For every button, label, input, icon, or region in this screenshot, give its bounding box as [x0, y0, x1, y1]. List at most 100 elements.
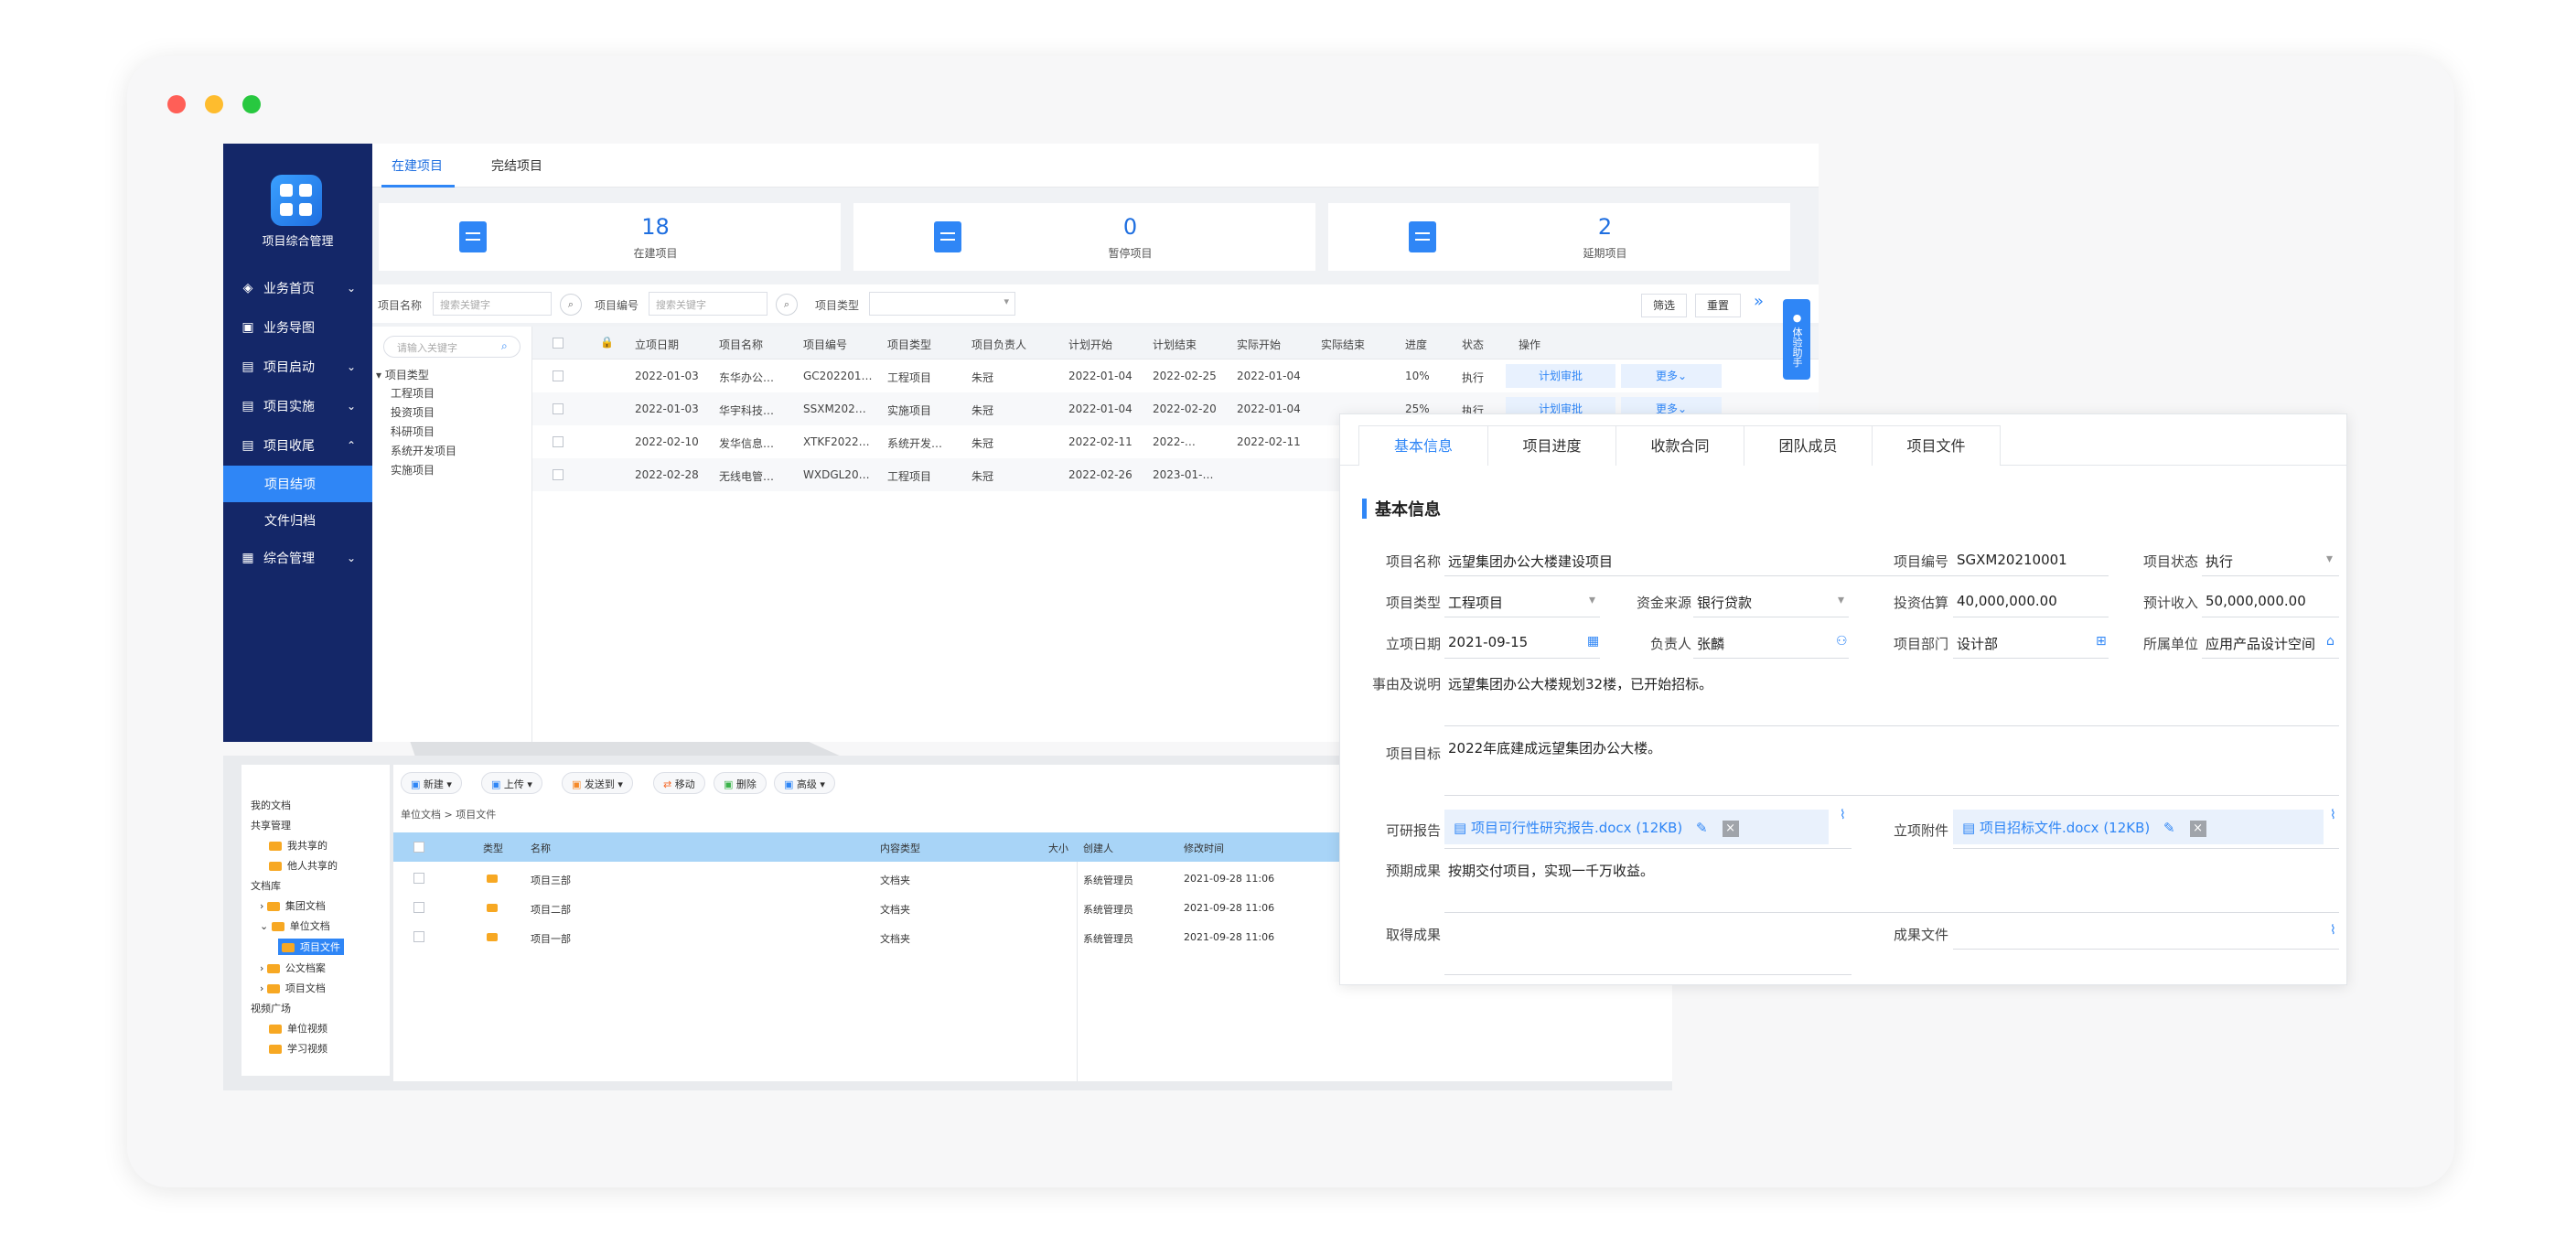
send-to-button[interactable]: ▣ 发送到 ▾ — [562, 772, 633, 794]
tree-item-label: 单位视频 — [287, 1023, 327, 1035]
nav-item-home[interactable]: ◈ 业务首页 ⌄ — [223, 270, 372, 306]
collapse-arrows-icon[interactable]: » — [1754, 292, 1764, 311]
building-icon[interactable]: ⌂ — [2326, 634, 2334, 649]
advanced-button[interactable]: ▣ 高级 ▾ — [774, 772, 835, 794]
tree-item[interactable]: › 公文档案 — [260, 961, 326, 975]
paperclip-icon[interactable]: ⌇ — [2330, 808, 2336, 822]
calendar-icon[interactable]: ▦ — [1587, 634, 1599, 649]
project-name-field[interactable]: 远望集团办公大楼建设项目 — [1444, 552, 1613, 571]
tree-video[interactable]: 视频广场 — [251, 1001, 291, 1015]
remove-icon[interactable]: × — [1722, 820, 1739, 837]
select-all-checkbox[interactable] — [413, 842, 424, 853]
more-button[interactable]: 更多⌄ — [1621, 364, 1722, 388]
folder-icon — [487, 904, 498, 912]
plan-approval-button[interactable]: 计划审批 — [1506, 364, 1615, 388]
cell-actual-start: 2022-01-04 — [1237, 402, 1301, 415]
tree-search-input[interactable]: 请输入关键字 — [383, 336, 521, 358]
upload-button[interactable]: ▣ 上传 ▾ — [481, 772, 542, 794]
tree-item[interactable]: › 项目文档 — [260, 981, 326, 995]
nav-item-business-map[interactable]: ▣ 业务导图 — [223, 309, 372, 346]
row-checkbox[interactable] — [413, 873, 424, 884]
tree-item[interactable]: 投资项目 — [391, 404, 435, 420]
tree-item[interactable]: 我共享的 — [269, 838, 327, 853]
project-name-input[interactable]: 搜索关键字 — [433, 292, 552, 316]
edit-icon[interactable]: ✎ — [2163, 820, 2175, 836]
tree-item[interactable]: 系统开发项目 — [391, 443, 456, 458]
goal-textarea[interactable]: 2022年底建成远望集团办公大楼。 — [1444, 738, 1661, 757]
move-button[interactable]: ⇄ 移动 — [653, 772, 705, 794]
search-icon[interactable]: ⌕ — [776, 294, 798, 316]
search-icon[interactable]: ⌕ — [560, 294, 582, 316]
experience-helper-button[interactable]: ● 体验助手 — [1783, 299, 1810, 380]
delete-button[interactable]: ▣ 删除 — [714, 772, 767, 794]
filter-button[interactable]: 筛选 — [1641, 294, 1687, 317]
tab-completed-projects[interactable]: 完结项目 — [491, 156, 542, 175]
row-checkbox[interactable] — [553, 436, 564, 447]
nav-item-project-close[interactable]: ▤ 项目收尾 ⌃ — [223, 427, 372, 464]
tree-shared[interactable]: 共享管理 — [251, 818, 291, 832]
project-attachment[interactable]: ▤ 项目招标文件.docx (12KB) ✎ × — [1953, 810, 2324, 844]
project-status-select[interactable]: 执行 — [2202, 552, 2233, 571]
cell-date: 2022-01-03 — [635, 402, 699, 415]
tree-my-docs[interactable]: 我的文档 — [251, 798, 291, 812]
project-code-field[interactable]: SGXM20210001 — [1953, 552, 2067, 568]
tab-ongoing-projects[interactable]: 在建项目 — [392, 156, 443, 175]
tree-item[interactable]: 实施项目 — [391, 462, 435, 478]
org-icon[interactable]: ⊞ — [2096, 634, 2107, 649]
nav-item-project-implement[interactable]: ▤ 项目实施 ⌄ — [223, 388, 372, 424]
tab-progress[interactable]: 项目进度 — [1487, 425, 1616, 466]
chevron-down-icon: ▾ — [2326, 552, 2334, 566]
row-checkbox[interactable] — [553, 469, 564, 480]
tree-library[interactable]: 文档库 — [251, 878, 281, 893]
section-marker — [1362, 499, 1367, 519]
tree-item[interactable]: 科研项目 — [391, 424, 435, 439]
nav-item-general-management[interactable]: ▦ 综合管理 ⌄ — [223, 540, 372, 576]
nav-item-file-archive[interactable]: 文件归档 — [223, 502, 372, 539]
project-code-input[interactable]: 搜索关键字 — [649, 292, 767, 316]
tree-item-selected[interactable]: 项目文件 — [278, 939, 344, 955]
owner-field[interactable]: 张麟 — [1693, 634, 1724, 653]
user-icon[interactable]: ⚇ — [1836, 634, 1848, 649]
expected-income-field[interactable]: 50,000,000.00 — [2202, 593, 2306, 609]
tree-item[interactable]: 他人共享的 — [269, 858, 338, 873]
row-checkbox[interactable] — [553, 403, 564, 414]
reset-button[interactable]: 重置 — [1695, 294, 1741, 317]
feasibility-report-attachment[interactable]: ▤ 项目可行性研究报告.docx (12KB) ✎ × — [1444, 810, 1829, 844]
tree-item[interactable]: ⌄ 单位文档 — [260, 918, 330, 933]
project-type-select[interactable]: 工程项目 — [1444, 593, 1503, 612]
row-checkbox[interactable] — [413, 931, 424, 942]
row-checkbox[interactable] — [553, 370, 564, 381]
budget-field[interactable]: 40,000,000.00 — [1953, 593, 2057, 609]
nav-item-project-start[interactable]: ▤ 项目启动 ⌄ — [223, 349, 372, 385]
tree-item[interactable]: › 集团文档 — [260, 898, 326, 913]
row-checkbox[interactable] — [413, 902, 424, 913]
select-all-checkbox[interactable] — [553, 338, 564, 349]
reason-textarea[interactable]: 远望集团办公大楼规划32楼，已开始招标。 — [1444, 674, 1712, 693]
tab-contracts[interactable]: 收款合同 — [1615, 425, 1744, 466]
col-header: 实际开始 — [1237, 338, 1282, 351]
nav-label: 综合管理 — [263, 552, 315, 566]
nav-item-project-completion[interactable]: 项目结项 — [223, 466, 372, 502]
paperclip-icon[interactable]: ⌇ — [1840, 808, 1846, 822]
expected-result-textarea[interactable]: 按期交付项目，实现一千万收益。 — [1444, 861, 1654, 880]
setup-date-field[interactable]: 2021-09-15 — [1444, 634, 1528, 650]
fund-source-select[interactable]: 银行贷款 — [1693, 593, 1752, 612]
tab-team[interactable]: 团队成员 — [1744, 425, 1873, 466]
tab-basic-info[interactable]: 基本信息 — [1358, 425, 1488, 466]
table-row[interactable]: 2022-01-03 东华办公… GC202201… 工程项目 朱冠 2022-… — [532, 360, 1819, 392]
cell-name: 项目三部 — [531, 875, 571, 886]
project-type-select[interactable]: ▾ — [869, 292, 1015, 316]
tree-root[interactable]: ▾ 项目类型 — [376, 367, 429, 382]
edit-icon[interactable]: ✎ — [1696, 820, 1708, 836]
unit-field[interactable]: 应用产品设计空间 — [2202, 634, 2315, 653]
department-field[interactable]: 设计部 — [1953, 634, 1998, 653]
tree-item[interactable]: 学习视频 — [269, 1041, 327, 1056]
remove-icon[interactable]: × — [2189, 820, 2206, 837]
tree-item[interactable]: 工程项目 — [391, 385, 435, 401]
search-icon[interactable]: ⌕ — [501, 339, 508, 353]
new-button[interactable]: ▣ 新建 ▾ — [401, 772, 462, 794]
tree-item[interactable]: 单位视频 — [269, 1021, 327, 1036]
paperclip-icon[interactable]: ⌇ — [2330, 923, 2336, 938]
nav-label: 业务首页 — [263, 282, 315, 296]
tab-files[interactable]: 项目文件 — [1872, 425, 2001, 466]
